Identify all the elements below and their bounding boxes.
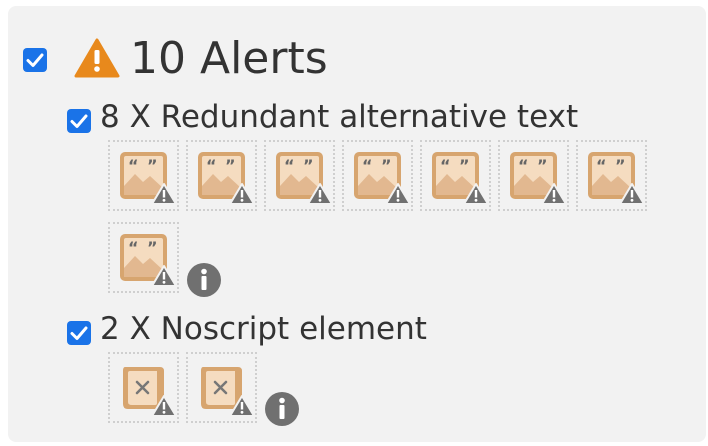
redundant-alt-text-icon: “” (276, 152, 333, 205)
redundant-alt-text-item[interactable]: “” (108, 222, 179, 293)
svg-text:“: “ (128, 238, 139, 257)
svg-text:“: “ (518, 156, 529, 175)
svg-text:”: ” (615, 156, 626, 175)
svg-text:“: “ (206, 156, 217, 175)
warning-icon (74, 38, 120, 78)
group-title-noscript: 2 X Noscript element (100, 311, 427, 347)
svg-text:“: “ (440, 156, 451, 175)
svg-text:”: ” (147, 156, 158, 175)
redundant-alt-text-item[interactable]: “” (108, 140, 179, 211)
svg-text:”: ” (147, 238, 158, 257)
noscript-element-item[interactable] (108, 352, 179, 423)
svg-text:”: ” (225, 156, 236, 175)
svg-text:“: “ (284, 156, 295, 175)
svg-text:”: ” (303, 156, 314, 175)
svg-text:”: ” (459, 156, 470, 175)
redundant-alt-text-item[interactable]: “” (264, 140, 335, 211)
redundant-alt-text-icon: “” (120, 234, 177, 287)
svg-text:“: “ (128, 156, 139, 175)
redundant-alt-text-item[interactable]: “” (420, 140, 491, 211)
noscript-element-item[interactable] (186, 352, 257, 423)
redundant-alt-text-icon: “” (510, 152, 567, 205)
info-icon[interactable] (264, 391, 300, 427)
redundant-alt-text-item[interactable]: “” (342, 140, 413, 211)
svg-text:”: ” (537, 156, 548, 175)
group-title-redundant-alt: 8 X Redundant alternative text (100, 99, 579, 135)
info-icon[interactable] (186, 262, 222, 298)
svg-text:”: ” (381, 156, 392, 175)
redundant-alt-text-item[interactable]: “” (498, 140, 569, 211)
alerts-title: 10 Alerts (130, 33, 328, 84)
group-checkbox-redundant-alt[interactable] (67, 109, 91, 133)
group-checkbox-noscript[interactable] (67, 321, 91, 345)
svg-text:“: “ (596, 156, 607, 175)
redundant-alt-text-item[interactable]: “” (186, 140, 257, 211)
redundant-alt-text-icon: “” (120, 152, 177, 205)
checkmark-icon (26, 53, 44, 67)
checkmark-icon (70, 326, 88, 340)
checkmark-icon (70, 114, 88, 128)
redundant-alt-text-icon: “” (354, 152, 411, 205)
redundant-alt-text-item[interactable]: “” (576, 140, 647, 211)
noscript-element-icon (123, 367, 177, 417)
redundant-alt-text-icon: “” (432, 152, 489, 205)
noscript-element-icon (201, 367, 255, 417)
alerts-checkbox[interactable] (23, 48, 47, 72)
alerts-panel: 10 Alerts 8 X Redundant alternative text… (8, 6, 706, 442)
svg-text:“: “ (362, 156, 373, 175)
redundant-alt-text-icon: “” (198, 152, 255, 205)
redundant-alt-text-icon: “” (588, 152, 645, 205)
